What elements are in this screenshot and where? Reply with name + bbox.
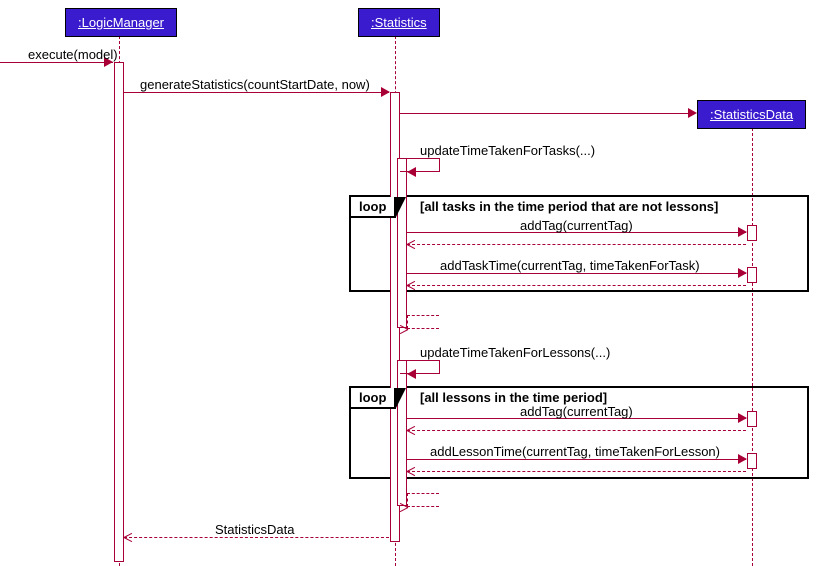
activation-statdata-4: [747, 453, 757, 469]
return-addlessontime: [407, 471, 746, 472]
loop-lessons-guard: [all lessons in the time period]: [420, 390, 607, 405]
activation-logicmanager: [114, 62, 124, 562]
line-addlessontime: [407, 459, 746, 460]
selfreturn-lessons: [407, 493, 439, 507]
activation-statdata-1: [747, 225, 757, 241]
line-generate: [124, 92, 389, 93]
msg-addtag-2: addTag(currentTag): [520, 404, 633, 419]
arrow-create-statdata: [688, 108, 697, 118]
msg-updatetasks: updateTimeTakenForTasks(...): [420, 143, 595, 158]
arrow-addtag-1: [738, 227, 747, 237]
msg-generate: generateStatistics(countStartDate, now): [140, 77, 370, 92]
selfreturn-tasks: [407, 315, 439, 329]
activation-statdata-2: [747, 267, 757, 283]
return-addtag-1: [407, 244, 746, 245]
participant-logicmanager-label: :LogicManager: [78, 15, 164, 30]
participant-statisticsdata: :StatisticsData: [697, 100, 806, 129]
selfcall-updatetasks: [400, 158, 440, 172]
activation-statistics-tasks: [397, 158, 407, 328]
arrow-updatelessons: [407, 369, 416, 379]
arrow-addlessontime: [738, 454, 747, 464]
lifeline-statisticsdata: [752, 128, 753, 566]
line-addtasktime: [407, 273, 746, 274]
arrow-generate: [381, 87, 390, 97]
arrow-addtag-2: [738, 413, 747, 423]
line-create-statdata: [400, 113, 695, 114]
arrow-updatetasks: [407, 167, 416, 177]
msg-updatelessons: updateTimeTakenForLessons(...): [420, 345, 610, 360]
loop-tasks-tag: loop: [351, 197, 396, 218]
participant-statisticsdata-label: :StatisticsData: [710, 107, 793, 122]
participant-statistics-label: :Statistics: [371, 15, 427, 30]
loop-lessons-tag: loop: [351, 388, 396, 409]
participant-logicmanager: :LogicManager: [65, 8, 177, 37]
return-addtasktime: [407, 285, 746, 286]
activation-statistics-lessons: [397, 360, 407, 506]
return-addtag-2: [407, 430, 746, 431]
line-execute: [0, 62, 113, 63]
msg-addlessontime: addLessonTime(currentTag, timeTakenForLe…: [430, 444, 720, 459]
loop-tasks-guard: [all tasks in the time period that are n…: [420, 199, 718, 214]
activation-statdata-3: [747, 411, 757, 427]
msg-returndata: StatisticsData: [215, 522, 294, 537]
line-returndata: [124, 537, 389, 538]
selfcall-updatelessons: [400, 360, 440, 374]
participant-statistics: :Statistics: [358, 8, 440, 37]
arrow-addtasktime: [738, 268, 747, 278]
msg-addtag-1: addTag(currentTag): [520, 218, 633, 233]
msg-execute: execute(model): [28, 47, 118, 62]
msg-addtasktime: addTaskTime(currentTag, timeTakenForTask…: [440, 258, 700, 273]
